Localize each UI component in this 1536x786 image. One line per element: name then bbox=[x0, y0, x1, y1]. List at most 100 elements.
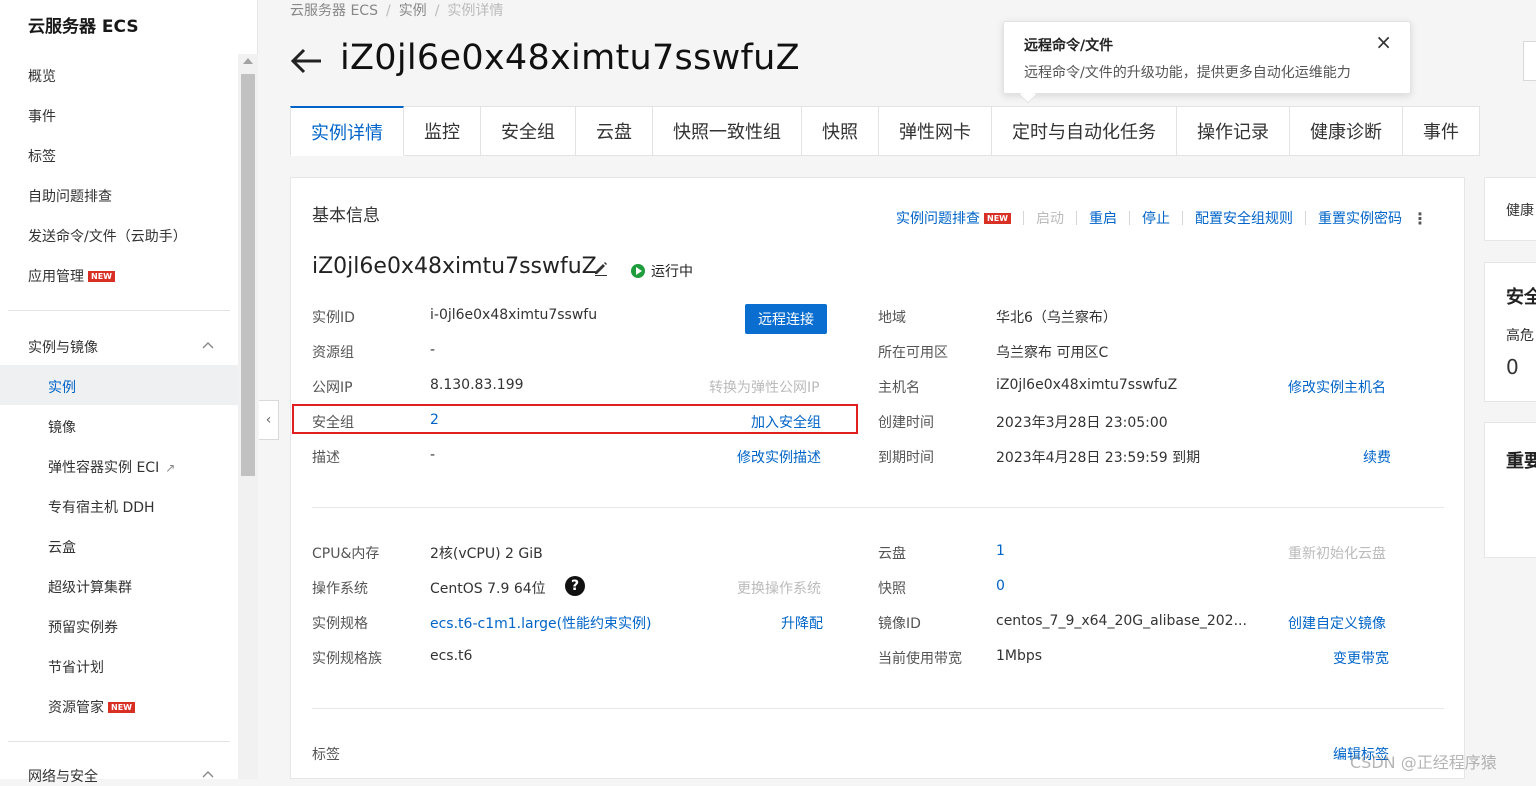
instance-type-link[interactable]: ecs.t6-c1m1.large(性能约束实例) bbox=[430, 613, 652, 633]
field-label: 主机名 bbox=[878, 380, 920, 396]
sidebar-item-super-computing[interactable]: 超级计算集群 bbox=[48, 577, 132, 597]
action-bar: 实例问题排查 NEW 启动 重启 停止 配置安全组规则 重置实例密码 ⋮ bbox=[896, 208, 1428, 228]
disk-count-link[interactable]: 1 bbox=[996, 543, 1005, 559]
field-label: 地域 bbox=[878, 310, 906, 326]
sidebar-item-instances[interactable]: 实例 bbox=[48, 377, 76, 397]
tags-label: 标签 bbox=[312, 747, 340, 763]
sidebar-item-ddh[interactable]: 专有宿主机 DDH bbox=[48, 497, 155, 517]
image-id-value: centos_7_9_x64_20G_alibase_202... bbox=[996, 613, 1247, 629]
main-content: 云服务器 ECS / 实例 / 实例详情 iZ0jl6e0x48ximtu7sswfuZ… bbox=[260, 0, 1536, 779]
new-badge: NEW bbox=[108, 702, 135, 713]
tab-events[interactable]: 事件 bbox=[1403, 106, 1480, 156]
change-bandwidth-link[interactable]: 变更带宽 bbox=[1333, 648, 1389, 668]
join-security-group-link[interactable]: 加入安全组 bbox=[751, 412, 821, 432]
tab-scheduled-tasks[interactable]: 定时与自动化任务 bbox=[992, 106, 1177, 156]
tab-bar: 实例详情 监控 安全组 云盘 快照一致性组 快照 弹性网卡 定时与自动化任务 操… bbox=[290, 106, 1480, 156]
sidebar-item-self-troubleshoot[interactable]: 自助问题排查 bbox=[28, 186, 112, 206]
chevron-up-icon[interactable] bbox=[202, 769, 214, 781]
help-icon[interactable]: ? bbox=[565, 576, 585, 596]
tab-security-groups[interactable]: 安全组 bbox=[481, 106, 576, 156]
instance-id-value: i-0jl6e0x48ximtu7sswfu bbox=[430, 307, 598, 323]
zone-value: 乌兰察布 可用区C bbox=[996, 345, 1109, 361]
sidebar-item-reserved-instances[interactable]: 预留实例券 bbox=[48, 617, 118, 637]
sidebar-item-overview[interactable]: 概览 bbox=[28, 66, 56, 86]
sidebar-item-cloud-box[interactable]: 云盒 bbox=[48, 537, 76, 557]
bandwidth-value: 1Mbps bbox=[996, 648, 1043, 664]
sidebar-item-send-command[interactable]: 发送命令/文件（云助手） bbox=[28, 226, 187, 246]
tab-snapshots[interactable]: 快照 bbox=[802, 106, 879, 156]
sidebar-item-eci[interactable]: 弹性容器实例 ECI ↗ bbox=[48, 457, 175, 477]
sidebar-section-network[interactable]: 网络与安全 bbox=[28, 766, 98, 786]
field-label: 操作系统 bbox=[312, 581, 368, 597]
tooltip-arrow bbox=[1019, 86, 1037, 104]
reset-password-link[interactable]: 重置实例密码 bbox=[1318, 208, 1402, 228]
public-ip-value: 8.130.83.199 bbox=[430, 377, 524, 393]
upgrade-downgrade-link[interactable]: 升降配 bbox=[781, 613, 823, 633]
sidebar-item-app-management[interactable]: 应用管理 NEW bbox=[28, 266, 115, 286]
sidebar-divider bbox=[8, 310, 230, 311]
health-label: 健康 bbox=[1506, 203, 1534, 219]
tooltip-title: 远程命令/文件 bbox=[1024, 38, 1114, 54]
tooltip-text: 远程命令/文件的升级功能，提供更多自动化运维能力 bbox=[1024, 65, 1351, 81]
tab-instance-details[interactable]: 实例详情 bbox=[290, 106, 404, 156]
card-title: 基本信息 bbox=[312, 206, 380, 226]
sidebar-scrollbar-thumb[interactable] bbox=[241, 74, 255, 476]
start-link[interactable]: 启动 bbox=[1036, 208, 1064, 228]
sidebar-divider bbox=[8, 741, 230, 742]
more-icon[interactable]: ⋮ bbox=[1412, 209, 1428, 228]
create-custom-image-link[interactable]: 创建自定义镜像 bbox=[1288, 613, 1386, 633]
os-value: CentOS 7.9 64位 bbox=[430, 581, 546, 597]
tab-eni[interactable]: 弹性网卡 bbox=[879, 106, 992, 156]
field-label: 资源组 bbox=[312, 345, 354, 361]
snapshot-count-link[interactable]: 0 bbox=[996, 578, 1005, 594]
reinit-disk-link[interactable]: 重新初始化云盘 bbox=[1288, 543, 1386, 563]
breadcrumb: 云服务器 ECS / 实例 / 实例详情 bbox=[290, 3, 504, 19]
stop-link[interactable]: 停止 bbox=[1142, 208, 1170, 228]
edit-hostname-link[interactable]: 修改实例主机名 bbox=[1288, 377, 1386, 397]
security-sub: 高危 bbox=[1506, 328, 1534, 344]
close-icon[interactable]: × bbox=[1375, 32, 1392, 52]
sidebar-item-label: 应用管理 bbox=[28, 269, 84, 285]
field-label: 镜像ID bbox=[878, 616, 921, 632]
config-security-group-rules-link[interactable]: 配置安全组规则 bbox=[1195, 208, 1293, 228]
sidebar-item-images[interactable]: 镜像 bbox=[48, 417, 76, 437]
sidebar-item-events[interactable]: 事件 bbox=[28, 106, 56, 126]
back-arrow-icon[interactable] bbox=[290, 44, 324, 78]
description-value: - bbox=[430, 447, 436, 463]
edit-description-link[interactable]: 修改实例描述 bbox=[737, 447, 821, 467]
change-os-link[interactable]: 更换操作系统 bbox=[737, 578, 821, 598]
remote-connect-button[interactable]: 远程连接 bbox=[745, 304, 827, 334]
tab-operation-logs[interactable]: 操作记录 bbox=[1177, 106, 1290, 156]
sidebar-section-instances[interactable]: 实例与镜像 bbox=[28, 337, 98, 357]
sidebar-item-tags[interactable]: 标签 bbox=[28, 146, 56, 166]
health-card: 健康 bbox=[1484, 177, 1536, 241]
sidebar-title: 云服务器 ECS bbox=[28, 17, 139, 37]
sidebar-item-resource-butler[interactable]: 资源管家 NEW bbox=[48, 697, 135, 717]
sidebar: 云服务器 ECS 概览 事件 标签 自助问题排查 发送命令/文件（云助手） 应用… bbox=[0, 0, 258, 785]
expire-time-value: 2023年4月28日 23:59:59 到期 bbox=[996, 450, 1201, 466]
tab-monitoring[interactable]: 监控 bbox=[404, 106, 481, 156]
field-label: 实例ID bbox=[312, 310, 355, 326]
renew-link[interactable]: 续费 bbox=[1363, 447, 1391, 467]
security-card: 安全 高危 0 bbox=[1484, 262, 1536, 402]
breadcrumb-instances[interactable]: 实例 bbox=[399, 3, 427, 19]
top-right-control[interactable] bbox=[1523, 41, 1536, 81]
edit-icon[interactable] bbox=[593, 260, 609, 276]
tab-health-diagnosis[interactable]: 健康诊断 bbox=[1290, 106, 1403, 156]
new-badge: NEW bbox=[88, 271, 115, 282]
tab-disks[interactable]: 云盘 bbox=[576, 106, 653, 156]
tab-snapshot-consistency-groups[interactable]: 快照一致性组 bbox=[653, 106, 802, 156]
field-label: CPU&内存 bbox=[312, 546, 380, 562]
sidebar-item-savings-plan[interactable]: 节省计划 bbox=[48, 657, 104, 677]
status-text: 运行中 bbox=[651, 264, 693, 280]
chevron-up-icon[interactable] bbox=[202, 340, 214, 352]
scroll-up-arrow-icon[interactable] bbox=[243, 58, 253, 64]
security-group-count-link[interactable]: 2 bbox=[430, 412, 439, 428]
convert-eip-link[interactable]: 转换为弹性公网IP bbox=[709, 377, 820, 397]
instance-family-value: ecs.t6 bbox=[430, 648, 473, 664]
troubleshoot-link[interactable]: 实例问题排查 bbox=[896, 208, 980, 228]
breadcrumb-ecs[interactable]: 云服务器 ECS bbox=[290, 3, 378, 19]
restart-link[interactable]: 重启 bbox=[1089, 208, 1117, 228]
field-label: 快照 bbox=[878, 581, 906, 597]
field-label: 公网IP bbox=[312, 380, 353, 396]
